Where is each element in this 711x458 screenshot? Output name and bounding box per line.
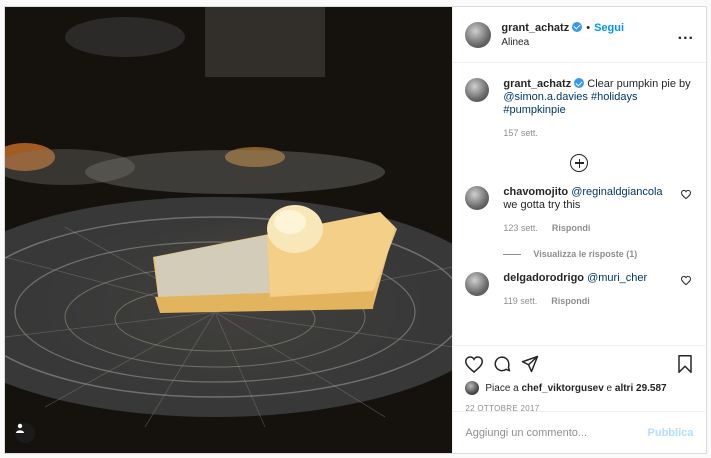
view-replies-button[interactable]: Visualizza le risposte (1) [503,249,693,259]
post-location[interactable]: Alinea [501,37,677,48]
author-username[interactable]: grant_achatz [501,22,569,34]
add-comment-bar: Pubblica [453,411,706,453]
comment-mention[interactable]: @reginaldgiancola [571,186,662,198]
commenter-username[interactable]: chavomojito [503,186,568,198]
separator-dot: • [586,21,591,34]
likes-prefix: Piace a [485,382,519,394]
comment-text: we gotta try this [503,199,581,211]
likes-count[interactable]: altri 29.587 [615,383,667,394]
comment-body: delgadorodrigo @muri_cher 119 sett. Rispo… [503,272,693,308]
comment-input[interactable] [465,426,648,439]
reply-button[interactable]: Rispondi [552,223,591,233]
follow-button[interactable]: Segui [594,22,624,34]
caption-row: grant_achatz Clear pumpkin pie by @simon… [465,78,693,140]
comment-age: 123 sett. [503,223,538,233]
likes-summary: Piace a chef_viktorgusev e altri 29.587 [465,381,693,395]
post-actions: Piace a chef_viktorgusev e altri 29.587 … [453,345,706,413]
caption-text: Clear pumpkin pie by [587,78,691,90]
caption-mention[interactable]: @simon.a.davies [503,91,588,103]
commenter-avatar[interactable] [465,186,490,210]
like-comment-heart-icon[interactable] [681,276,692,285]
comment-icon[interactable] [493,355,511,373]
caption-avatar[interactable] [465,78,490,102]
comment-body: chavomojito @reginaldgiancola we gotta t… [503,186,693,235]
verified-badge-icon [574,78,585,88]
author-info: grant_achatz • Segui Alinea [501,21,677,48]
comment-mention[interactable]: @muri_cher [587,272,647,284]
user-tag-icon [16,423,24,433]
user-tag-button[interactable] [15,423,35,443]
likes-middle: e [606,382,613,394]
post-header: grant_achatz • Segui Alinea ... [453,7,706,63]
like-comment-heart-icon[interactable] [681,190,692,199]
comment-age: 119 sett. [503,296,538,306]
commenter-username[interactable]: delgadorodrigo [503,272,584,284]
pumpkin-pie-image [5,7,453,428]
author-avatar[interactable] [465,21,492,48]
publish-button[interactable]: Pubblica [648,427,694,439]
more-options-icon[interactable]: ... [678,26,694,44]
comments-list: grant_achatz Clear pumpkin pie by @simon… [453,64,705,344]
reply-button[interactable]: Rispondi [551,296,590,306]
comment-row: chavomojito @reginaldgiancola we gotta t… [465,186,693,235]
commenter-avatar[interactable] [465,272,490,296]
caption-body: grant_achatz Clear pumpkin pie by @simon… [503,78,693,140]
load-more [465,154,693,172]
add-comment-icon[interactable] [570,154,589,172]
post-card: grant_achatz • Segui Alinea ... grant_acha… [4,6,707,454]
caption-age: 157 sett. [503,128,538,138]
liker-username[interactable]: chef_viktorgusev [522,383,604,394]
action-icons [465,354,693,374]
comment-row: delgadorodrigo @muri_cher 119 sett. Rispo… [465,272,693,308]
caption-username[interactable]: grant_achatz [503,78,571,90]
bookmark-icon[interactable] [677,355,693,373]
post-photo[interactable] [5,7,453,453]
replies-line [503,253,522,255]
heart-icon[interactable] [465,355,484,373]
view-replies-label: Visualizza le risposte (1) [533,249,638,259]
share-icon[interactable] [521,355,539,373]
post-sidebar: grant_achatz • Segui Alinea ... grant_acha… [452,7,706,453]
verified-badge-icon [572,21,583,32]
liker-avatar[interactable] [465,381,480,395]
